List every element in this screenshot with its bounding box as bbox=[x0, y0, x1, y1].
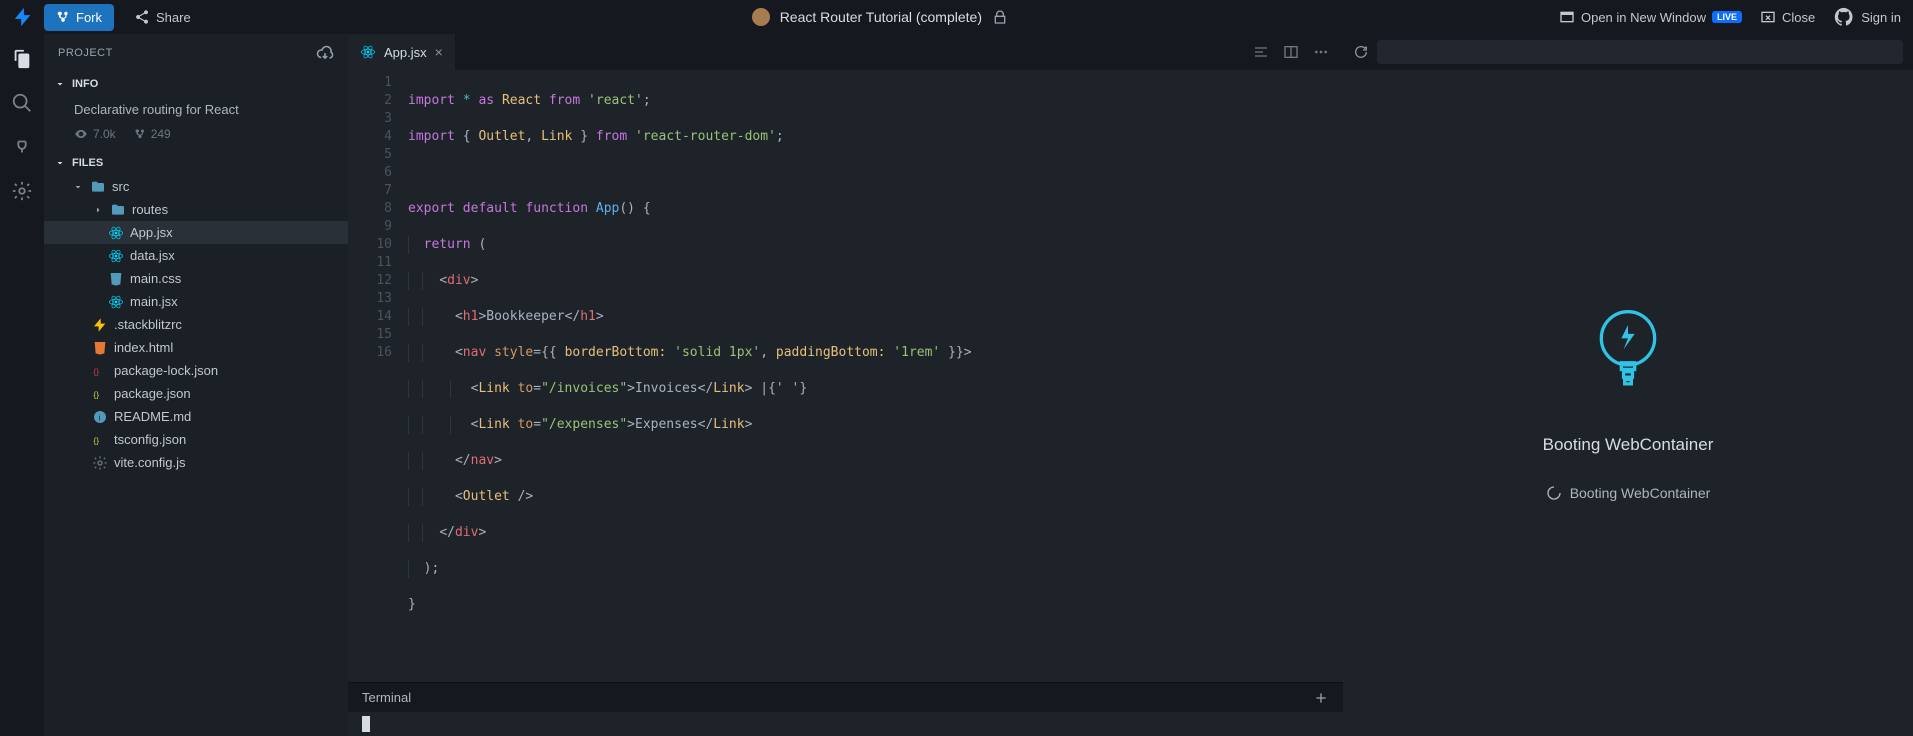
editor-area: App.jsx × 12345678910111213141516 import… bbox=[348, 34, 1343, 736]
preview-panel: Booting WebContainer Booting WebContaine… bbox=[1343, 34, 1913, 736]
svg-text:i: i bbox=[99, 413, 101, 422]
info-section-toggle[interactable]: INFO bbox=[44, 72, 348, 96]
chevron-right-icon bbox=[92, 204, 104, 216]
gear-icon bbox=[92, 455, 108, 471]
info-icon: i bbox=[92, 409, 108, 425]
files-section-toggle[interactable]: FILES bbox=[44, 151, 348, 175]
svg-text:{}: {} bbox=[93, 389, 99, 399]
react-icon bbox=[360, 44, 376, 60]
signin-button[interactable]: Sign in bbox=[1833, 6, 1901, 28]
explorer-icon[interactable] bbox=[11, 48, 33, 70]
file-main-css[interactable]: main.css bbox=[44, 267, 348, 290]
folder-icon bbox=[90, 179, 106, 195]
booting-status: Booting WebContainer bbox=[1546, 485, 1711, 501]
fork-label: Fork bbox=[76, 10, 102, 25]
spinner-icon bbox=[1546, 485, 1562, 501]
json-icon: {} bbox=[92, 432, 108, 448]
forks-stat: 249 bbox=[134, 127, 171, 141]
terminal-body[interactable] bbox=[348, 712, 1343, 736]
json-icon: {} bbox=[92, 386, 108, 402]
file-package-json[interactable]: {} package.json bbox=[44, 382, 348, 405]
tab-app-jsx[interactable]: App.jsx × bbox=[348, 34, 456, 70]
terminal-label: Terminal bbox=[362, 690, 411, 705]
author-avatar[interactable] bbox=[752, 8, 770, 26]
chevron-down-icon bbox=[72, 181, 84, 193]
booting-title: Booting WebContainer bbox=[1543, 435, 1714, 455]
activity-bar bbox=[0, 34, 44, 736]
react-icon bbox=[108, 225, 124, 241]
share-label: Share bbox=[156, 10, 191, 25]
lock-icon bbox=[992, 9, 1008, 25]
chevron-down-icon bbox=[54, 78, 66, 90]
bolt-icon bbox=[92, 317, 108, 333]
live-badge: LIVE bbox=[1712, 11, 1742, 23]
project-title[interactable]: React Router Tutorial (complete) bbox=[780, 9, 982, 25]
react-icon bbox=[108, 294, 124, 310]
code-editor[interactable]: 12345678910111213141516 import * as Reac… bbox=[348, 70, 1343, 682]
eye-icon bbox=[74, 127, 88, 141]
tab-close-icon[interactable]: × bbox=[435, 44, 443, 60]
file-package-lock[interactable]: {} package-lock.json bbox=[44, 359, 348, 382]
lightbulb-icon bbox=[1593, 305, 1663, 405]
cloud-download-icon[interactable] bbox=[316, 44, 334, 62]
svg-text:{}: {} bbox=[93, 366, 99, 376]
file-tree: src routes App.jsx data.jsx main.css bbox=[44, 175, 348, 474]
reload-icon[interactable] bbox=[1353, 44, 1369, 60]
search-icon[interactable] bbox=[11, 92, 33, 114]
format-icon[interactable] bbox=[1253, 44, 1269, 60]
window-icon bbox=[1559, 9, 1575, 25]
fork-icon bbox=[56, 10, 70, 24]
close-window-icon bbox=[1760, 9, 1776, 25]
folder-src[interactable]: src bbox=[44, 175, 348, 198]
tabs-bar: App.jsx × bbox=[348, 34, 1343, 70]
open-new-window-button[interactable]: Open in New Window LIVE bbox=[1559, 9, 1742, 25]
html-icon bbox=[92, 340, 108, 356]
file-app-jsx[interactable]: App.jsx bbox=[44, 221, 348, 244]
react-icon bbox=[108, 248, 124, 264]
close-button[interactable]: Close bbox=[1760, 9, 1815, 25]
folder-routes[interactable]: routes bbox=[44, 198, 348, 221]
file-stackblitzrc[interactable]: .stackblitzrc bbox=[44, 313, 348, 336]
code-content: import * as React from 'react'; import {… bbox=[408, 70, 972, 682]
terminal-bar[interactable]: Terminal bbox=[348, 682, 1343, 712]
project-heading: PROJECT bbox=[58, 47, 113, 59]
github-icon bbox=[1833, 6, 1855, 28]
views-stat: 7.0k bbox=[74, 127, 116, 141]
chevron-down-icon bbox=[54, 157, 66, 169]
share-button[interactable]: Share bbox=[124, 3, 201, 31]
file-tsconfig[interactable]: {} tsconfig.json bbox=[44, 428, 348, 451]
topbar: Fork Share React Router Tutorial (comple… bbox=[0, 0, 1913, 34]
ports-icon[interactable] bbox=[11, 136, 33, 158]
svg-text:{}: {} bbox=[93, 435, 99, 445]
json-lock-icon: {} bbox=[92, 363, 108, 379]
add-terminal-icon[interactable] bbox=[1313, 690, 1329, 706]
split-editor-icon[interactable] bbox=[1283, 44, 1299, 60]
settings-icon[interactable] bbox=[11, 180, 33, 202]
file-index-html[interactable]: index.html bbox=[44, 336, 348, 359]
more-icon[interactable] bbox=[1313, 44, 1329, 60]
sidebar: PROJECT INFO Declarative routing for Rea… bbox=[44, 34, 348, 736]
css-icon bbox=[108, 271, 124, 287]
project-description: Declarative routing for React bbox=[74, 102, 334, 117]
terminal-cursor bbox=[362, 716, 370, 732]
file-data-jsx[interactable]: data.jsx bbox=[44, 244, 348, 267]
line-gutter: 12345678910111213141516 bbox=[348, 70, 408, 682]
logo-bolt-icon bbox=[12, 6, 34, 28]
file-readme[interactable]: i README.md bbox=[44, 405, 348, 428]
url-bar[interactable] bbox=[1377, 40, 1903, 64]
file-vite-config[interactable]: vite.config.js bbox=[44, 451, 348, 474]
fork-count-icon bbox=[134, 128, 146, 140]
file-main-jsx[interactable]: main.jsx bbox=[44, 290, 348, 313]
folder-icon bbox=[110, 202, 126, 218]
share-icon bbox=[134, 9, 150, 25]
fork-button[interactable]: Fork bbox=[44, 4, 114, 31]
